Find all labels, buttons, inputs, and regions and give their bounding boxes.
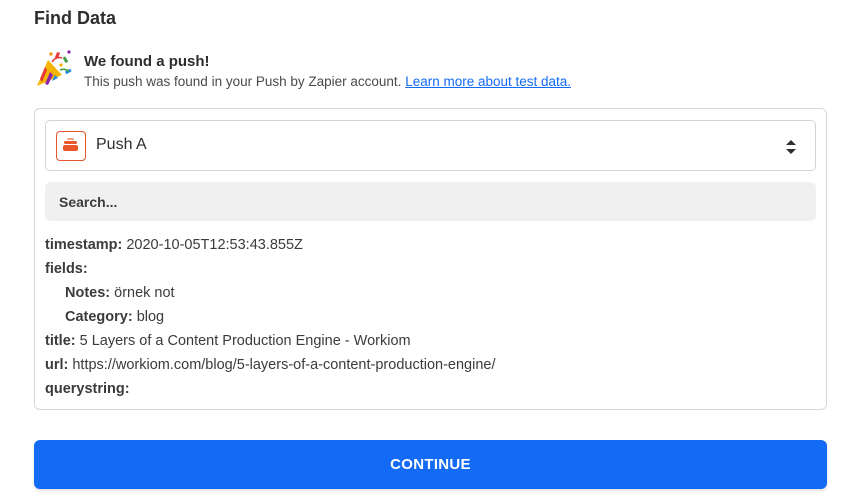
- field-row-url: url: https://workiom.com/blog/5-layers-of…: [45, 353, 815, 377]
- field-key: timestamp:: [45, 237, 123, 253]
- field-row-timestamp: timestamp: 2020-10-05T12:53:43.855Z: [45, 233, 815, 257]
- field-key: url:: [45, 357, 69, 373]
- field-value: 5 Layers of a Content Production Engine …: [79, 333, 411, 349]
- search-input[interactable]: [45, 182, 816, 221]
- push-app-icon: [56, 131, 86, 161]
- found-description: This push was found in your Push by Zapi…: [84, 74, 571, 89]
- field-row-querystring: querystring:: [45, 377, 815, 401]
- push-select-dropdown[interactable]: Push A: [45, 120, 816, 171]
- test-data-card: Push A timestamp:2020-10-05T12:53:43.855…: [34, 108, 827, 410]
- field-value: 2020-10-05T12:53:43.855Z: [126, 237, 303, 253]
- field-key: querystring:: [45, 381, 130, 397]
- field-value: örnek not: [114, 285, 175, 301]
- field-row-title: title: 5 Layers of a Content Production E…: [45, 329, 815, 353]
- field-value: https://workiom.com/blog/5-layers-of-a-c…: [72, 357, 496, 373]
- found-message: We found a push! This push was found in …: [34, 48, 814, 92]
- field-key: Category:: [65, 309, 133, 325]
- found-headline: We found a push!: [84, 53, 210, 70]
- field-value: blog: [136, 309, 165, 325]
- find-data-panel: Find Data We found a push! This push was…: [0, 0, 851, 501]
- field-key: Notes:: [65, 285, 111, 301]
- field-key: fields:: [45, 261, 88, 277]
- field-row-category: Category: blog: [45, 305, 815, 329]
- continue-button[interactable]: CONTINUE: [34, 440, 827, 489]
- field-key: title:: [45, 333, 76, 349]
- party-popper-icon: [37, 50, 72, 86]
- learn-more-link[interactable]: Learn more about test data.: [405, 74, 571, 89]
- data-fields-list: timestamp: 2020-10-05T12:53:43.855Z field…: [45, 233, 815, 401]
- field-row-notes: Notes: örnek not: [45, 281, 815, 305]
- field-row-fields: fields:: [45, 257, 815, 281]
- section-title: Find Data: [34, 8, 117, 28]
- chevron-updown-icon: [786, 140, 796, 154]
- selected-push-label: Push A: [96, 136, 147, 153]
- found-description-text: This push was found in your Push by Zapi…: [84, 74, 402, 89]
